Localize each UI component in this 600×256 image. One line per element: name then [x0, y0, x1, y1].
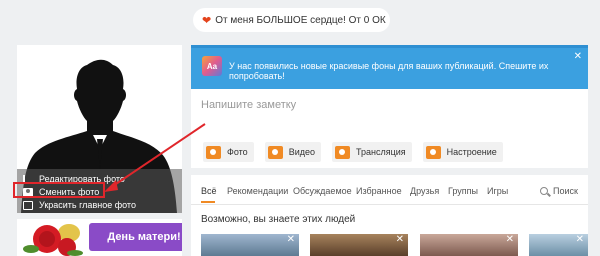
- roses-decoration: [23, 224, 83, 256]
- close-icon[interactable]: ✕: [574, 51, 582, 62]
- tab-discussed[interactable]: Обсуждаемое: [293, 186, 352, 196]
- mood-label: Настроение: [446, 147, 497, 157]
- post-composer[interactable]: Напишите заметку Фото Видео Трансляция Н…: [191, 89, 588, 168]
- close-icon[interactable]: ✕: [506, 234, 514, 245]
- heart-notification[interactable]: ❤ От меня БОЛЬШОЕ сердце! От 0 ОК: [193, 8, 390, 32]
- stream-button[interactable]: Трансляция: [331, 142, 412, 162]
- info-banner: Aa У нас появились новые красивые фоны д…: [191, 45, 588, 89]
- stream-icon: [334, 145, 350, 159]
- banner-text: У нас появились новые красивые фоны для …: [229, 61, 549, 81]
- backgrounds-icon: Aa: [202, 56, 222, 76]
- mothers-day-promo[interactable]: День матери!: [17, 219, 182, 256]
- tab-recommendations[interactable]: Рекомендации: [227, 186, 288, 196]
- tab-friends[interactable]: Друзья: [410, 186, 439, 196]
- video-label: Видео: [288, 147, 315, 157]
- close-icon[interactable]: ✕: [287, 234, 295, 245]
- photo-label: Фото: [227, 147, 248, 157]
- tab-groups[interactable]: Группы: [448, 186, 478, 196]
- decorate-photo-label: Украсить главное фото: [39, 200, 136, 210]
- feed-tabs: Всё Рекомендации Обсуждаемое Избранное Д…: [191, 175, 588, 205]
- suggestion-card[interactable]: ✕: [310, 234, 408, 256]
- tab-games[interactable]: Игры: [487, 186, 508, 196]
- search-label: Поиск: [553, 186, 578, 196]
- active-tab-indicator: [201, 201, 215, 203]
- decorate-icon: [23, 200, 33, 210]
- feed-search[interactable]: Поиск: [540, 186, 578, 196]
- note-input[interactable]: Напишите заметку: [201, 99, 296, 111]
- people-suggestions-title: Возможно, вы знаете этих людей: [201, 214, 356, 225]
- stream-label: Трансляция: [355, 147, 406, 157]
- mood-icon: [425, 145, 441, 159]
- suggestion-card[interactable]: ✕: [420, 234, 518, 256]
- mothers-day-button[interactable]: День матери!: [89, 223, 182, 251]
- post-actions: Фото Видео Трансляция Настроение: [203, 142, 514, 162]
- suggestion-card[interactable]: ✕: [201, 234, 299, 256]
- close-icon[interactable]: ✕: [396, 234, 404, 245]
- feed: Всё Рекомендации Обсуждаемое Избранное Д…: [191, 175, 588, 256]
- video-button[interactable]: Видео: [264, 142, 321, 162]
- decorate-photo-link[interactable]: Украсить главное фото: [23, 199, 136, 211]
- search-icon: [540, 187, 548, 195]
- photo-button[interactable]: Фото: [203, 142, 254, 162]
- close-icon[interactable]: ✕: [576, 234, 584, 245]
- video-icon: [267, 145, 283, 159]
- tab-all[interactable]: Всё: [201, 186, 217, 196]
- notification-text: От меня БОЛЬШОЕ сердце! От 0 ОК: [215, 14, 386, 26]
- heart-icon: ❤: [202, 14, 212, 27]
- annotation-highlight: [13, 182, 105, 198]
- mood-button[interactable]: Настроение: [422, 142, 503, 162]
- tab-favorites[interactable]: Избранное: [356, 186, 402, 196]
- camera-icon: [206, 145, 221, 159]
- suggestion-card[interactable]: ✕: [529, 234, 588, 256]
